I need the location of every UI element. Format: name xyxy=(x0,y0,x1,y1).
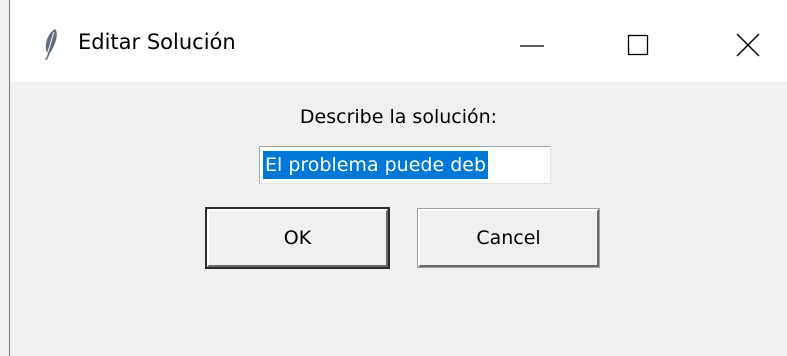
ok-button[interactable]: OK xyxy=(205,207,390,269)
minimize-button[interactable] xyxy=(510,24,554,66)
dialog-window: Editar Solución Describe la solución: El… xyxy=(0,0,787,356)
close-icon xyxy=(736,33,760,57)
selected-text[interactable]: El problema puede deb xyxy=(263,151,489,179)
dialog-body: Describe la solución: El problema puede … xyxy=(10,82,787,356)
title-bar[interactable]: Editar Solución xyxy=(10,0,787,82)
maximize-button[interactable] xyxy=(616,24,660,66)
maximize-icon xyxy=(627,34,649,56)
prompt-label: Describe la solución: xyxy=(299,106,498,128)
window-title: Editar Solución xyxy=(78,30,236,54)
cancel-button[interactable]: Cancel xyxy=(417,208,600,268)
solution-input[interactable]: El problema puede deb xyxy=(259,146,551,184)
close-button[interactable] xyxy=(726,24,770,66)
feather-icon xyxy=(45,29,57,60)
minimize-icon xyxy=(520,45,544,47)
